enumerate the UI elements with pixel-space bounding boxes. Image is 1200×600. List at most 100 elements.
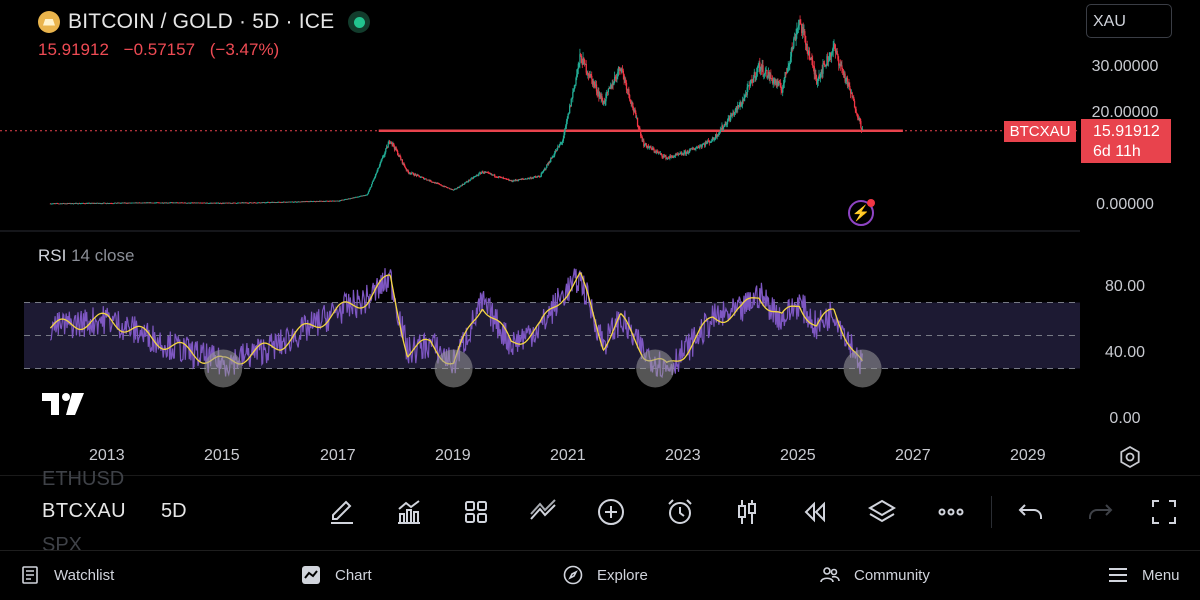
nav-chart[interactable]: Chart bbox=[301, 565, 372, 585]
nav-explore-label: Explore bbox=[597, 566, 648, 584]
last-price-value: 15.91912 bbox=[1093, 123, 1160, 140]
replay-icon[interactable] bbox=[797, 494, 833, 530]
candle-body bbox=[458, 187, 460, 189]
candle-body bbox=[517, 180, 520, 181]
nav-explore[interactable]: Explore bbox=[563, 565, 648, 585]
candle-body bbox=[678, 153, 681, 155]
community-icon bbox=[820, 567, 840, 583]
candle-body bbox=[752, 77, 755, 83]
rsi-legend[interactable]: RSI 14 close bbox=[38, 246, 134, 266]
compare-symbol-input[interactable]: XAU bbox=[1086, 4, 1172, 38]
lightning-alert-icon[interactable]: ⚡ bbox=[848, 199, 875, 226]
candle-body bbox=[385, 148, 387, 152]
current-symbol[interactable]: BTCXAU bbox=[42, 500, 126, 523]
candle-body bbox=[701, 144, 703, 147]
redo-icon[interactable] bbox=[1082, 494, 1118, 530]
current-interval[interactable]: 5D bbox=[161, 500, 187, 523]
candle-body bbox=[367, 193, 369, 195]
candle-body bbox=[806, 44, 808, 51]
toolbar-divider bbox=[991, 496, 992, 528]
candle-body bbox=[562, 138, 565, 141]
candle-body bbox=[425, 178, 427, 180]
nav-watchlist-label: Watchlist bbox=[54, 566, 115, 584]
candle-body bbox=[572, 91, 574, 98]
rsi-low-marker bbox=[204, 349, 243, 388]
layout-grid-icon[interactable] bbox=[458, 494, 494, 530]
fullscreen-icon[interactable] bbox=[1146, 494, 1182, 530]
rsi-pane bbox=[24, 268, 1080, 388]
indicators-icon[interactable] bbox=[391, 494, 427, 530]
candle-body bbox=[756, 67, 759, 73]
candle-body bbox=[804, 31, 806, 36]
time-axis-label: 2019 bbox=[435, 447, 471, 464]
rsi-low-marker bbox=[434, 349, 473, 388]
nav-menu-label: Menu bbox=[1142, 566, 1180, 584]
rsi-axis-label: 0.00 bbox=[1109, 410, 1141, 427]
candle-body bbox=[564, 128, 566, 133]
candle-body bbox=[370, 184, 373, 187]
trend-drawing-icon[interactable] bbox=[525, 494, 561, 530]
candle-body bbox=[607, 88, 610, 93]
candle-body bbox=[545, 167, 547, 170]
rsi-axis-label: 40.00 bbox=[1104, 344, 1146, 361]
candle-body bbox=[456, 188, 458, 190]
time-axis-label: 2025 bbox=[780, 447, 816, 464]
time-axis-label: 2013 bbox=[89, 447, 125, 464]
time-axis-label: 2029 bbox=[1010, 447, 1046, 464]
rsi-axis-label: 80.00 bbox=[1104, 278, 1146, 295]
time-axis-label: 2017 bbox=[320, 447, 356, 464]
watchlist-icon bbox=[22, 566, 38, 584]
candles-icon[interactable] bbox=[729, 494, 765, 530]
candle-body bbox=[387, 143, 389, 148]
candle-body bbox=[440, 184, 442, 186]
candle-body bbox=[371, 181, 374, 185]
nav-community-label: Community bbox=[854, 566, 930, 584]
candle-body bbox=[625, 83, 628, 90]
candle-body bbox=[636, 117, 639, 126]
rsi-low-marker bbox=[843, 349, 882, 388]
nav-chart-label: Chart bbox=[335, 566, 372, 584]
candle-body bbox=[860, 121, 862, 128]
undo-icon[interactable] bbox=[1013, 494, 1049, 530]
candle-body bbox=[418, 175, 420, 177]
price-axis-label: 30.00000 bbox=[1091, 58, 1159, 75]
candle-body bbox=[370, 186, 372, 188]
time-axis-label: 2021 bbox=[550, 447, 586, 464]
nav-menu[interactable]: Menu bbox=[1108, 565, 1180, 585]
candle-body bbox=[764, 70, 767, 74]
time-axis-label: 2027 bbox=[895, 447, 931, 464]
candle-body bbox=[823, 63, 826, 66]
candle-body bbox=[793, 38, 795, 48]
bottom-navigation: Watchlist Chart Explore Community Menu bbox=[0, 550, 1200, 600]
price-pane bbox=[0, 15, 1080, 205]
pencil-icon[interactable] bbox=[324, 494, 360, 530]
candle-body bbox=[762, 65, 764, 75]
settings-gear-icon[interactable] bbox=[1118, 445, 1142, 469]
alarm-icon[interactable] bbox=[662, 494, 698, 530]
tradingview-logo bbox=[42, 393, 84, 415]
bar-countdown: 6d 11h bbox=[1093, 143, 1141, 160]
watchlist-prev-symbol[interactable]: ETHUSD bbox=[42, 468, 124, 491]
candle-body bbox=[591, 75, 593, 79]
nav-watchlist[interactable]: Watchlist bbox=[20, 565, 114, 585]
more-icon[interactable] bbox=[933, 494, 969, 530]
candle-body bbox=[822, 63, 824, 74]
candle-body bbox=[629, 94, 631, 100]
layers-icon[interactable] bbox=[864, 494, 900, 530]
hamburger-icon bbox=[1109, 568, 1127, 582]
symbol-price-tag: BTCXAU bbox=[1004, 121, 1076, 142]
candle-body bbox=[770, 74, 772, 79]
chart-icon bbox=[302, 566, 320, 584]
candle-body bbox=[550, 158, 553, 160]
candle-body bbox=[570, 98, 572, 107]
add-icon[interactable] bbox=[593, 494, 629, 530]
compass-icon bbox=[563, 565, 583, 585]
rsi-low-marker bbox=[636, 349, 675, 388]
price-chart[interactable] bbox=[0, 0, 1080, 475]
nav-community[interactable]: Community bbox=[820, 565, 930, 585]
time-axis-label: 2023 bbox=[665, 447, 701, 464]
chart-bottom-divider bbox=[0, 475, 1200, 476]
rsi-params: 14 close bbox=[71, 246, 135, 265]
candle-body bbox=[512, 181, 514, 183]
candle-body bbox=[722, 126, 725, 129]
